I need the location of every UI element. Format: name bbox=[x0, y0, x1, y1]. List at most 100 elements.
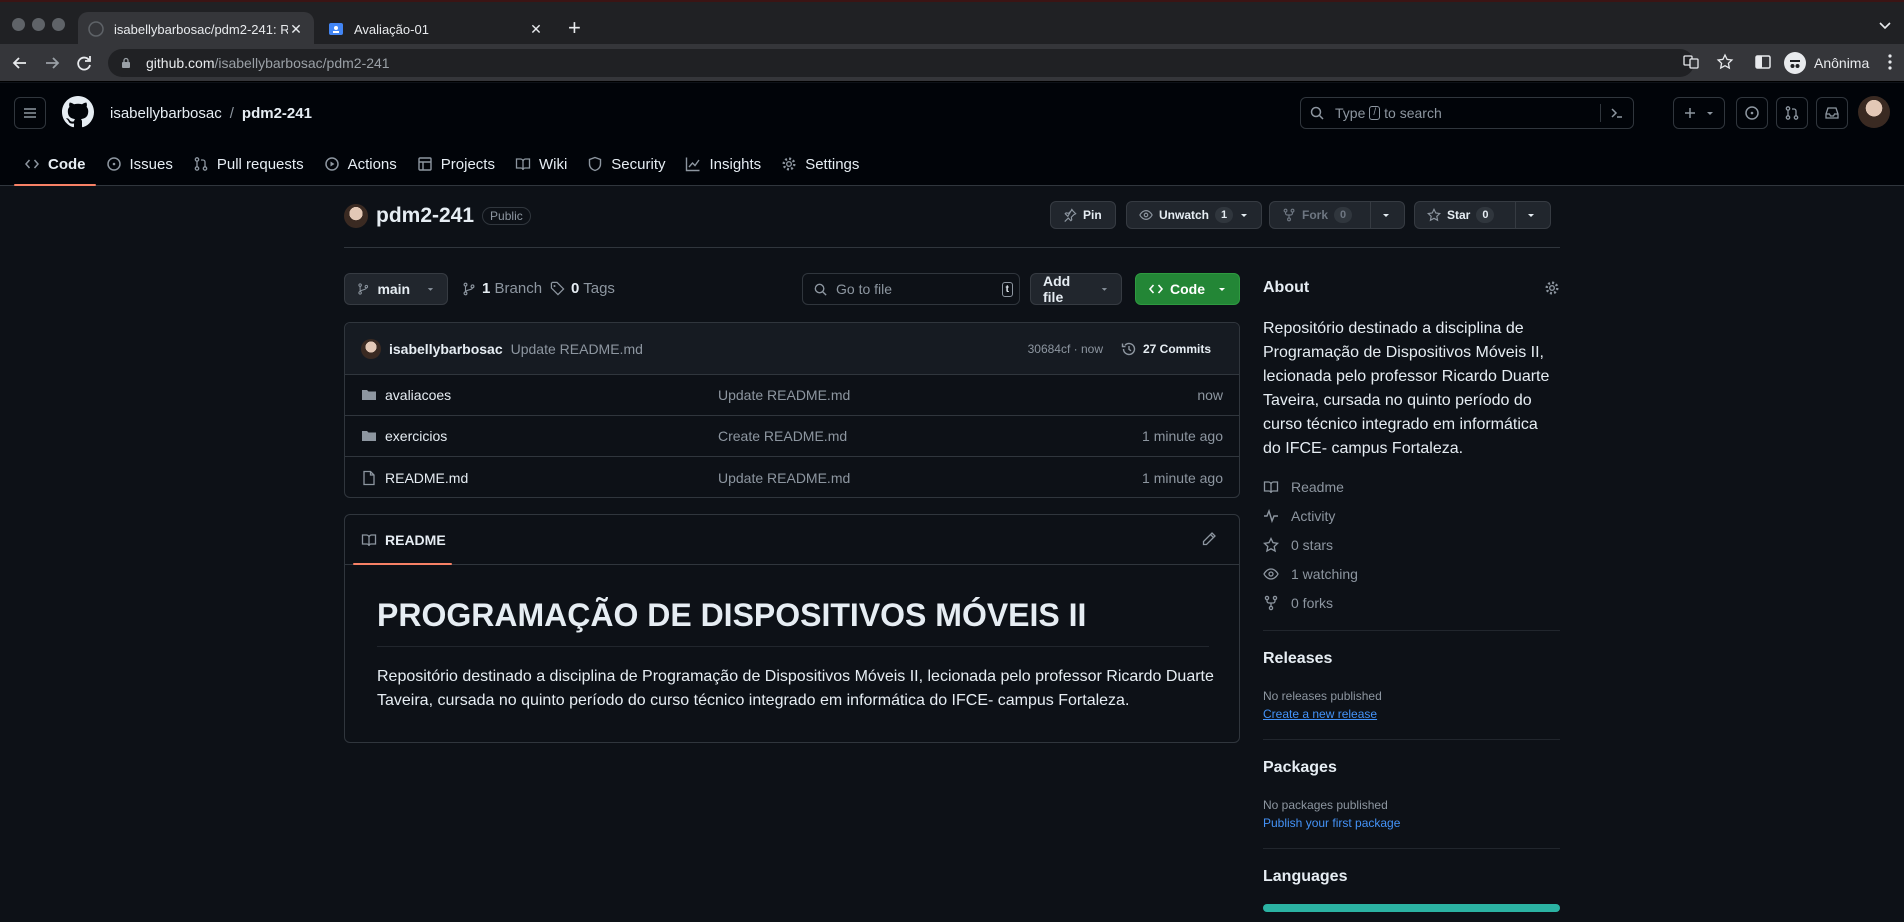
caret-down-icon bbox=[1219, 288, 1225, 291]
back-arrow-icon[interactable] bbox=[10, 53, 30, 73]
commit-author[interactable]: isabellybarbosac bbox=[389, 341, 503, 357]
chevron-down-icon[interactable] bbox=[1878, 18, 1892, 32]
tab-title: isabellybarbosac/pdm2-241: R bbox=[114, 21, 288, 37]
pin-button[interactable]: Pin bbox=[1050, 201, 1116, 229]
gear-icon[interactable] bbox=[1544, 280, 1560, 296]
code-dropdown-button[interactable]: Code bbox=[1135, 273, 1240, 305]
search-shortcut-key: / bbox=[1369, 106, 1381, 120]
tab-label: Security bbox=[611, 155, 666, 173]
table-row[interactable]: README.md Update README.md 1 minute ago bbox=[345, 457, 1239, 497]
user-avatar[interactable] bbox=[1858, 96, 1890, 128]
publish-package-link[interactable]: Publish your first package bbox=[1263, 816, 1400, 830]
hamburger-menu-button[interactable] bbox=[14, 97, 46, 129]
new-tab-button[interactable]: + bbox=[568, 17, 581, 39]
table-row[interactable]: exercicios Create README.md 1 minute ago bbox=[345, 416, 1239, 457]
about-title: About bbox=[1263, 279, 1310, 296]
translate-icon[interactable] bbox=[1682, 53, 1700, 71]
incognito-profile-button[interactable]: Anônima bbox=[1784, 50, 1869, 76]
tags-link[interactable]: 0 Tags bbox=[550, 280, 615, 297]
browser-tab-github[interactable]: isabellybarbosac/pdm2-241: R ✕ bbox=[78, 12, 314, 46]
readme-tab[interactable]: README bbox=[345, 515, 1239, 565]
close-tab-icon[interactable]: ✕ bbox=[288, 21, 304, 37]
star-count: 0 bbox=[1476, 207, 1495, 223]
stars-link[interactable]: 0 stars bbox=[1263, 537, 1333, 553]
folder-icon bbox=[362, 390, 376, 400]
branch-selector[interactable]: main bbox=[344, 273, 448, 305]
file-name[interactable]: README.md bbox=[385, 470, 718, 486]
releases-title[interactable]: Releases bbox=[1263, 650, 1332, 668]
repo-link[interactable]: pdm2-241 bbox=[242, 105, 312, 122]
add-file-button[interactable]: Add file bbox=[1030, 273, 1122, 305]
search-input[interactable]: Type / to search bbox=[1300, 97, 1634, 129]
forks-link[interactable]: 0 forks bbox=[1263, 595, 1333, 611]
forward-arrow-icon[interactable] bbox=[42, 53, 62, 73]
languages-title: Languages bbox=[1263, 868, 1348, 885]
commit-author-avatar[interactable] bbox=[361, 338, 381, 359]
file-commit-message[interactable]: Update README.md bbox=[718, 470, 850, 486]
file-name[interactable]: exercicios bbox=[385, 428, 718, 444]
command-palette-icon[interactable] bbox=[1609, 105, 1625, 121]
pull-requests-shortcut-button[interactable] bbox=[1776, 97, 1808, 129]
window-minimize-button[interactable] bbox=[32, 18, 45, 31]
activity-link[interactable]: Activity bbox=[1263, 508, 1335, 524]
watch-button[interactable]: Unwatch 1 bbox=[1126, 201, 1262, 229]
reload-icon[interactable] bbox=[74, 53, 94, 73]
tab-pull-requests[interactable]: Pull requests bbox=[183, 143, 314, 185]
star-button[interactable]: Star 0 bbox=[1414, 201, 1551, 229]
create-release-link[interactable]: Create a new release bbox=[1263, 707, 1377, 721]
window-zoom-button[interactable] bbox=[52, 18, 65, 31]
tab-security[interactable]: Security bbox=[577, 143, 675, 185]
create-new-button[interactable] bbox=[1673, 97, 1725, 129]
commit-message[interactable]: Update README.md bbox=[511, 341, 643, 357]
table-row[interactable]: avaliacoes Update README.md now bbox=[345, 375, 1239, 416]
caret-down-icon bbox=[427, 288, 434, 291]
tab-wiki[interactable]: Wiki bbox=[505, 143, 577, 185]
file-date: now bbox=[1197, 387, 1223, 403]
github-logo-icon[interactable] bbox=[62, 96, 94, 128]
go-to-file-input[interactable]: Go to file t bbox=[802, 273, 1020, 305]
tab-issues[interactable]: Issues bbox=[96, 143, 183, 185]
file-name[interactable]: avaliacoes bbox=[385, 387, 718, 403]
commit-sha-time[interactable]: 30684cf · now bbox=[1028, 342, 1103, 356]
tab-code[interactable]: Code bbox=[14, 143, 96, 186]
tab-projects[interactable]: Projects bbox=[407, 143, 505, 185]
file-date: 1 minute ago bbox=[1142, 428, 1223, 444]
browser-menu-icon[interactable] bbox=[1888, 53, 1892, 71]
tab-insights[interactable]: Insights bbox=[675, 143, 771, 185]
play-icon bbox=[324, 157, 339, 171]
branches-link[interactable]: 1 Branch bbox=[462, 280, 542, 297]
side-panel-icon[interactable] bbox=[1754, 53, 1772, 71]
releases-empty-text: No releases published bbox=[1263, 689, 1382, 703]
bookmark-star-icon[interactable] bbox=[1716, 53, 1734, 71]
file-commit-message[interactable]: Update README.md bbox=[718, 387, 850, 403]
readme-link[interactable]: Readme bbox=[1263, 479, 1344, 495]
breadcrumb-separator: / bbox=[229, 104, 234, 122]
file-commit-message[interactable]: Create README.md bbox=[718, 428, 847, 444]
browser-toolbar: github.com/isabellybarbosac/pdm2-241 Anô… bbox=[0, 44, 1904, 82]
watching-link[interactable]: 1 watching bbox=[1263, 566, 1358, 582]
issue-icon bbox=[106, 157, 121, 171]
repo-name[interactable]: pdm2-241 bbox=[376, 204, 474, 228]
fork-count: 0 bbox=[1334, 207, 1353, 223]
packages-empty-text: No packages published bbox=[1263, 798, 1388, 812]
fork-icon bbox=[1283, 208, 1295, 222]
tab-settings[interactable]: Settings bbox=[771, 143, 869, 185]
pencil-icon[interactable] bbox=[1201, 531, 1217, 547]
address-bar[interactable]: github.com/isabellybarbosac/pdm2-241 bbox=[108, 49, 1694, 77]
incognito-icon bbox=[1784, 52, 1806, 74]
packages-title[interactable]: Packages bbox=[1263, 759, 1337, 777]
issues-shortcut-button[interactable] bbox=[1736, 97, 1768, 129]
owner-link[interactable]: isabellybarbosac bbox=[110, 105, 222, 122]
inbox-button[interactable] bbox=[1816, 97, 1848, 129]
owner-avatar[interactable] bbox=[344, 204, 368, 228]
commits-history-link[interactable]: 27 Commits bbox=[1121, 341, 1211, 357]
tab-actions[interactable]: Actions bbox=[314, 143, 407, 185]
divider bbox=[1263, 848, 1560, 849]
close-tab-icon[interactable]: ✕ bbox=[528, 21, 544, 37]
caret-down-icon bbox=[1101, 288, 1108, 291]
window-close-button[interactable] bbox=[12, 18, 25, 31]
site-info-icon[interactable] bbox=[120, 57, 132, 69]
fork-button[interactable]: Fork 0 bbox=[1269, 201, 1405, 229]
caret-down-icon bbox=[1383, 214, 1389, 217]
browser-tab-avaliacao[interactable]: Avaliação-01 ✕ bbox=[318, 12, 554, 46]
